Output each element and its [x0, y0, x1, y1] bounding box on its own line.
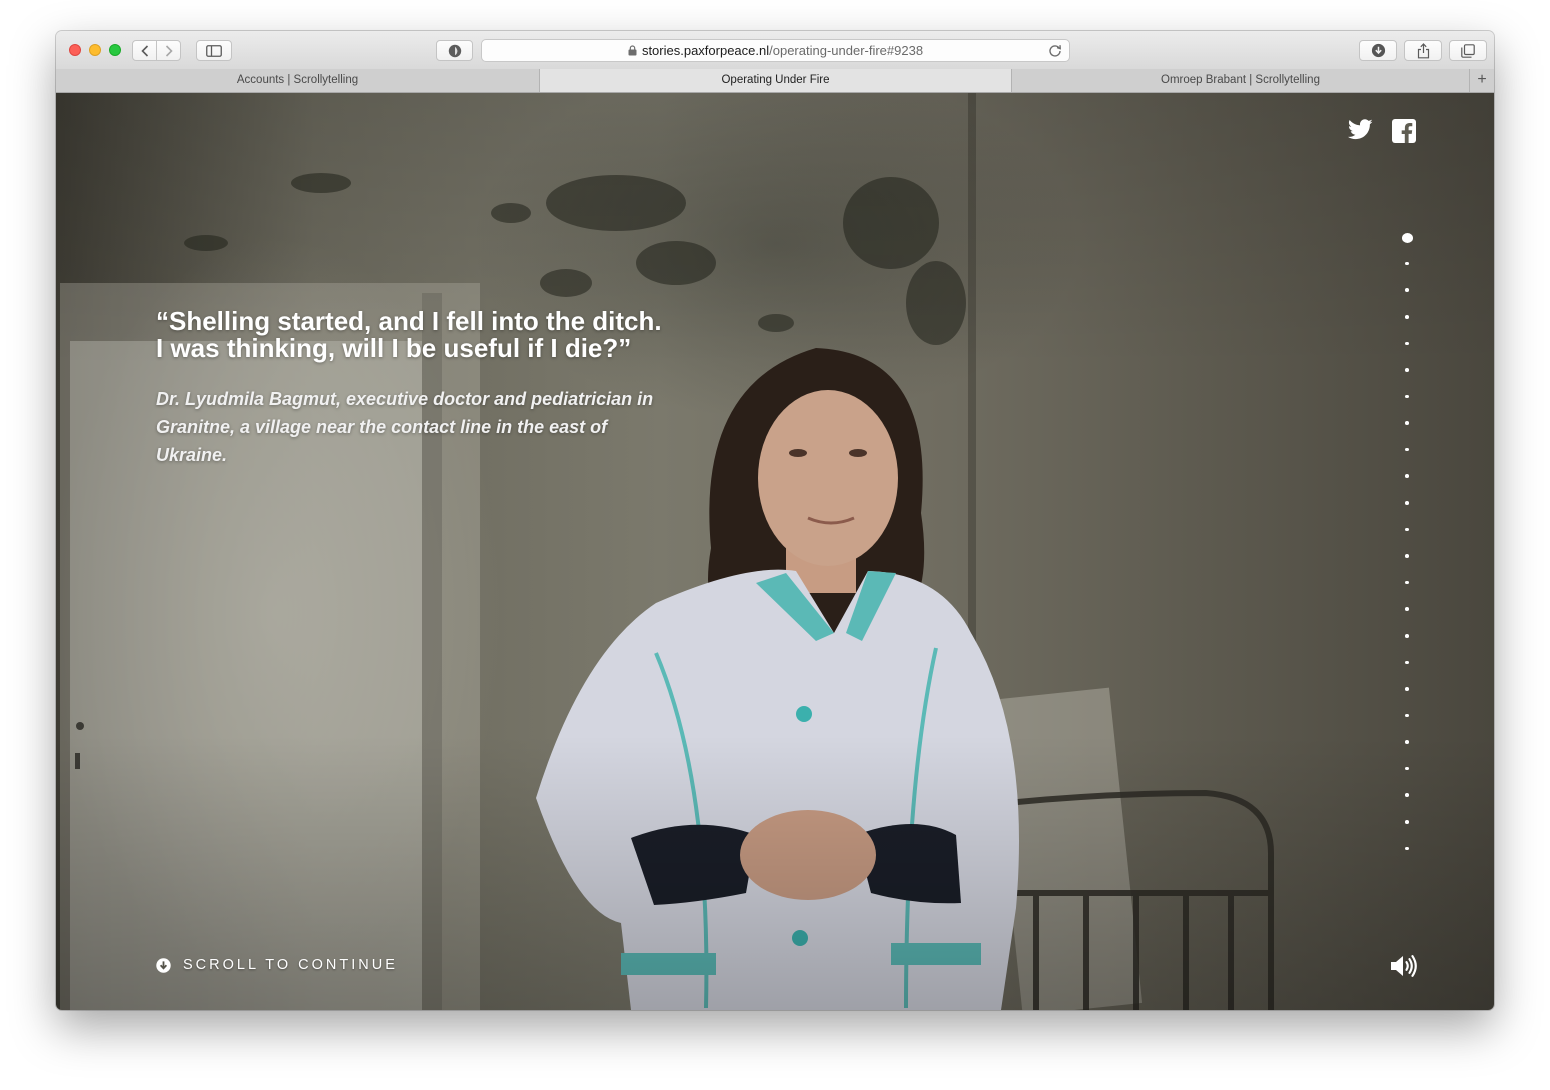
story-quote: “Shelling started, and I fell into the d… [156, 306, 662, 363]
facebook-share-button[interactable] [1392, 119, 1416, 148]
chapter-dot[interactable] [1405, 580, 1409, 585]
chapter-dot[interactable] [1405, 607, 1409, 611]
scroll-to-continue-button[interactable]: SCROLL TO CONTINUE [156, 957, 398, 973]
url-path: /operating-under-fire#9238 [769, 43, 924, 58]
sound-toggle-button[interactable] [1390, 954, 1418, 983]
sidebar-icon [206, 44, 222, 57]
quote-block: “Shelling started, and I fell into the d… [156, 308, 666, 469]
chapter-dot[interactable] [1405, 687, 1409, 691]
story-section: “Shelling started, and I fell into the d… [56, 93, 1494, 1010]
chapter-dot[interactable] [1405, 394, 1409, 399]
photo-scrim [56, 93, 1494, 1010]
downloads-button[interactable] [1359, 40, 1397, 61]
tab-bar: Accounts | Scrollytelling Operating Unde… [56, 69, 1494, 93]
chapter-dot[interactable] [1405, 314, 1409, 319]
chapter-dot[interactable] [1405, 793, 1409, 797]
chapter-dot[interactable] [1405, 819, 1409, 824]
tab-accounts[interactable]: Accounts | Scrollytelling [56, 69, 540, 92]
chapter-dot[interactable] [1405, 288, 1409, 292]
download-icon [1371, 43, 1385, 58]
chapter-dot[interactable] [1405, 447, 1409, 452]
chapter-dot[interactable] [1405, 421, 1409, 425]
chapter-dot[interactable] [1405, 846, 1409, 851]
chevron-left-icon [140, 44, 148, 57]
share-icon [1417, 42, 1429, 58]
share-button[interactable] [1404, 40, 1442, 61]
minimize-window-button[interactable] [89, 44, 101, 56]
shield-icon [448, 44, 461, 57]
scroll-label: SCROLL TO CONTINUE [183, 957, 398, 973]
chevron-right-icon [165, 44, 173, 57]
chapter-dot[interactable] [1405, 501, 1409, 505]
browser-toolbar: stories.paxforpeace.nl/operating-under-f… [56, 31, 1494, 70]
speaker-icon [1391, 955, 1417, 977]
address-bar[interactable]: stories.paxforpeace.nl/operating-under-f… [481, 39, 1070, 62]
arrow-down-circle-icon [156, 957, 171, 973]
tabs-icon [1461, 43, 1475, 58]
zoom-window-button[interactable] [109, 44, 121, 56]
twitter-icon [1347, 119, 1373, 140]
privacy-extension-button[interactable] [436, 40, 473, 61]
chapter-dot[interactable] [1405, 766, 1409, 771]
facebook-icon [1392, 119, 1416, 143]
chapter-dot[interactable] [1401, 233, 1413, 243]
chapter-dot[interactable] [1405, 368, 1409, 372]
tab-overview-button[interactable] [1449, 40, 1487, 61]
chapter-dot[interactable] [1405, 660, 1409, 665]
reload-icon[interactable] [1048, 44, 1062, 58]
chapter-dot[interactable] [1405, 554, 1409, 558]
back-button[interactable] [132, 40, 157, 61]
chapter-dot[interactable] [1405, 633, 1409, 638]
browser-window: stories.paxforpeace.nl/operating-under-f… [56, 31, 1494, 1010]
chapter-dot[interactable] [1405, 713, 1409, 718]
chapter-dot[interactable] [1405, 740, 1409, 744]
new-tab-button[interactable]: + [1470, 69, 1494, 92]
sidebar-toggle-button[interactable] [196, 40, 232, 61]
tab-operating-under-fire[interactable]: Operating Under Fire [540, 69, 1012, 92]
chapter-dot[interactable] [1405, 527, 1409, 532]
chapter-navigation [1400, 233, 1414, 873]
tab-omroep-brabant[interactable]: Omroep Brabant | Scrollytelling [1012, 69, 1470, 92]
twitter-share-button[interactable] [1347, 119, 1373, 145]
close-window-button[interactable] [69, 44, 81, 56]
lock-icon [628, 45, 637, 56]
chapter-dot[interactable] [1405, 474, 1409, 479]
forward-button[interactable] [156, 40, 181, 61]
chapter-dot[interactable] [1405, 341, 1409, 346]
url-domain: stories.paxforpeace.nl [641, 43, 770, 58]
chapter-dot[interactable] [1405, 261, 1409, 266]
story-caption: Dr. Lyudmila Bagmut, executive doctor an… [156, 389, 654, 465]
